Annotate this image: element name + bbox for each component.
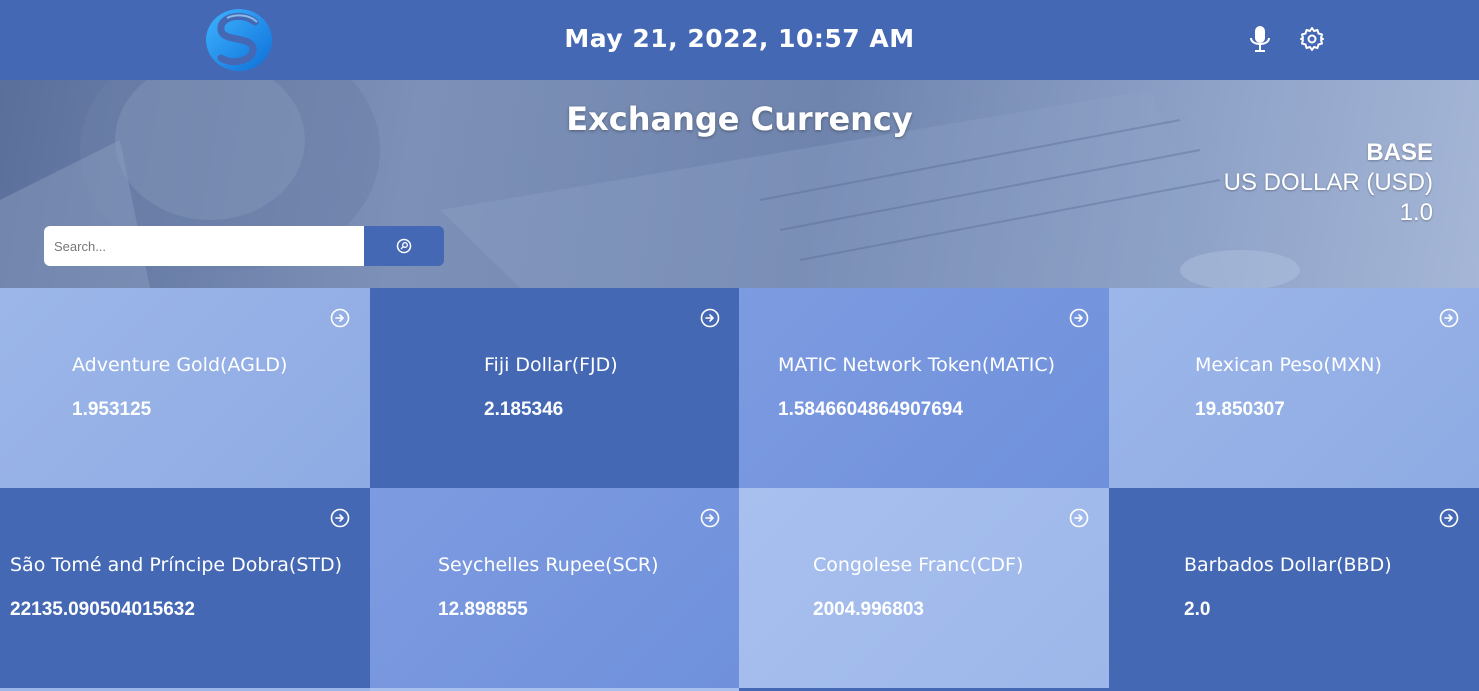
top-bar: May 21, 2022, 10:57 AM (0, 0, 1479, 80)
currency-rate: 1.5846604864907694 (778, 399, 963, 420)
currency-card[interactable]: Mexican Peso(MXN) 19.850307 (1109, 288, 1479, 488)
currency-rate: 19.850307 (1195, 399, 1285, 420)
currency-name: Seychelles Rupee(SCR) (438, 554, 659, 576)
search-icon (396, 238, 412, 254)
page-title: Exchange Currency (566, 100, 913, 138)
currency-card[interactable]: São Tomé and Príncipe Dobra(STD) 22135.0… (0, 488, 370, 688)
currency-name: MATIC Network Token(MATIC) (778, 354, 1056, 376)
arrow-right-circle-icon[interactable] (330, 508, 350, 528)
base-label: BASE (1366, 139, 1433, 166)
microphone-icon[interactable] (1247, 24, 1273, 54)
currency-name: Fiji Dollar(FJD) (484, 354, 618, 376)
currency-rate: 1.953125 (72, 399, 152, 420)
currency-rate: 12.898855 (438, 599, 528, 620)
currency-card[interactable]: Seychelles Rupee(SCR) 12.898855 (370, 488, 740, 688)
currency-card[interactable]: Congolese Franc(CDF) 2004.996803 (739, 488, 1109, 688)
currency-grid: Adventure Gold(AGLD) 1.953125 Fiji Dolla… (0, 288, 1479, 691)
currency-rate: 2004.996803 (813, 599, 924, 620)
currency-name: São Tomé and Príncipe Dobra(STD) (10, 554, 343, 576)
currency-name: Congolese Franc(CDF) (813, 554, 1024, 576)
base-currency-value: 1.0 (1399, 199, 1433, 226)
arrow-right-circle-icon[interactable] (700, 508, 720, 528)
arrow-right-circle-icon[interactable] (1069, 308, 1089, 328)
currency-name: Barbados Dollar(BBD) (1184, 554, 1392, 576)
arrow-right-circle-icon[interactable] (700, 308, 720, 328)
currency-card[interactable]: Barbados Dollar(BBD) 2.0 (1109, 488, 1479, 688)
hero-banner: Exchange Currency BASE US DOLLAR (USD) 1… (0, 80, 1479, 288)
currency-rate: 2.0 (1184, 599, 1211, 620)
gear-icon[interactable] (1299, 26, 1325, 52)
currency-card[interactable]: Adventure Gold(AGLD) 1.953125 (0, 288, 370, 488)
arrow-right-circle-icon[interactable] (330, 308, 350, 328)
currency-name: Mexican Peso(MXN) (1195, 354, 1382, 376)
search-input[interactable] (44, 226, 364, 266)
arrow-right-circle-icon[interactable] (1439, 508, 1459, 528)
base-currency-name: US DOLLAR (USD) (1223, 169, 1433, 196)
arrow-right-circle-icon[interactable] (1439, 308, 1459, 328)
currency-rate: 22135.090504015632 (10, 599, 195, 620)
currency-card[interactable]: MATIC Network Token(MATIC) 1.58466048649… (739, 288, 1109, 488)
base-currency-panel: BASE US DOLLAR (USD) 1.0 (1224, 138, 1433, 228)
search-button[interactable] (364, 226, 444, 266)
currency-rate: 2.185346 (484, 399, 564, 420)
arrow-right-circle-icon[interactable] (1069, 508, 1089, 528)
currency-name: Adventure Gold(AGLD) (72, 354, 288, 376)
currency-card[interactable]: Fiji Dollar(FJD) 2.185346 (370, 288, 740, 488)
